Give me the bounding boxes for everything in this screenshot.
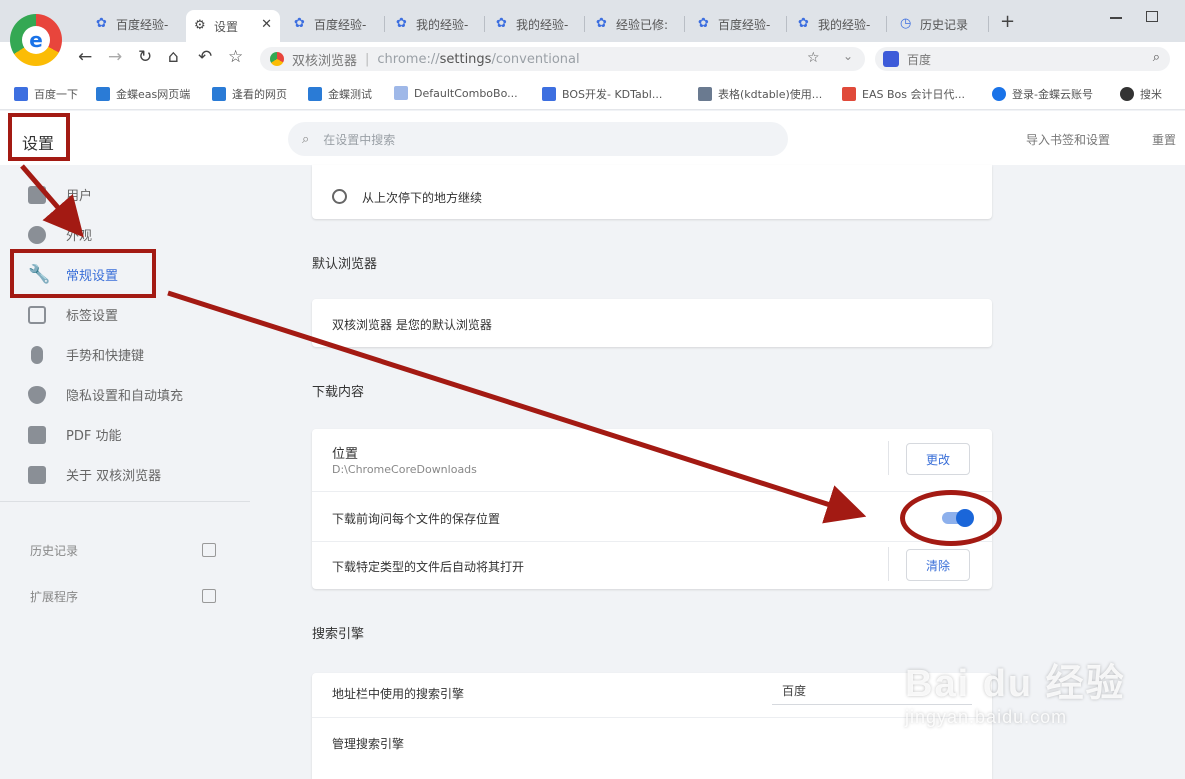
annotation-arrow-to-general — [20, 164, 84, 238]
browser-logo-letter: e — [29, 28, 43, 52]
watermark-main-text: Bai du 经验 — [905, 663, 1126, 705]
watermark-sub-text: jingyan.baidu.com — [905, 707, 1068, 727]
browser-logo: e — [10, 14, 62, 66]
annotation-arrow-to-toggle — [167, 290, 867, 524]
baidu-jingyan-watermark: Bai du 经验 jingyan.baidu.com — [905, 652, 1126, 728]
